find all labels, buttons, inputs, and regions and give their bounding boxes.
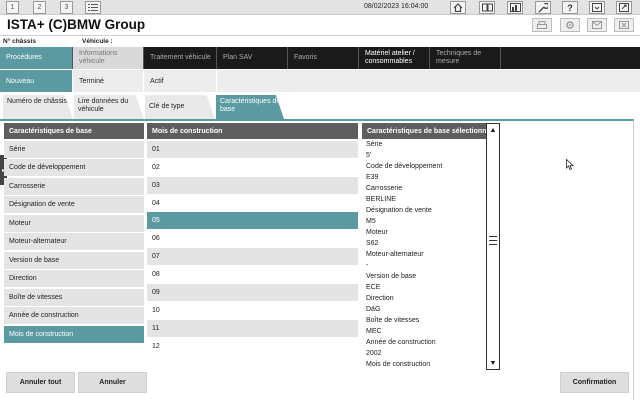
- help-icon[interactable]: ?: [562, 1, 578, 14]
- vehicle-info-row: N° châssis Véhicule :: [0, 35, 640, 47]
- selected-item: Carrosserie: [366, 185, 403, 192]
- month-item-05[interactable]: 05: [147, 212, 358, 229]
- selected-item: ECE: [366, 284, 381, 291]
- nav-vehicle-info[interactable]: Informations véhicule: [73, 47, 144, 69]
- selected-item: Moteur-alternateur: [366, 251, 424, 258]
- tab-basic-characteristics[interactable]: Caractéristiques de base: [216, 95, 284, 119]
- characteristic-item-serie[interactable]: Série: [4, 141, 144, 158]
- month-item-08[interactable]: 08: [147, 266, 358, 283]
- selected-item: DäG: [366, 306, 381, 313]
- month-item-02[interactable]: 02: [147, 159, 358, 176]
- scroll-down-arrow-icon[interactable]: ▼: [487, 357, 499, 369]
- month-item-10[interactable]: 10: [147, 302, 358, 319]
- selected-item: Code de développement: [366, 163, 443, 170]
- session-tab-2[interactable]: 2: [33, 1, 46, 14]
- characteristic-item-engine-alternator[interactable]: Moteur-alternateur: [4, 233, 144, 250]
- datetime-display: 08/02/2023 16:04:00: [364, 3, 429, 10]
- session-tab-3[interactable]: 3: [60, 1, 73, 14]
- nav-vehicle-processing[interactable]: Traitement véhicule: [144, 47, 217, 69]
- month-item-12[interactable]: 12: [147, 338, 358, 355]
- nav-service-plan[interactable]: Plan SAV: [217, 47, 288, 69]
- characteristic-item-base-version[interactable]: Version de base: [4, 252, 144, 269]
- selected-item: Direction: [366, 295, 394, 302]
- minimize-icon[interactable]: [589, 1, 605, 14]
- selected-item: Désignation de vente: [366, 207, 432, 214]
- nav-workshop-equipment[interactable]: Matériel atelier / consommables: [359, 47, 430, 69]
- mouse-cursor-icon: [566, 158, 575, 171]
- tab-chassis-number[interactable]: Numéro de châssis: [3, 95, 73, 119]
- confirm-button[interactable]: Confirmation: [560, 372, 629, 393]
- selected-item: 5': [366, 152, 372, 159]
- selected-item: Version de base: [366, 273, 417, 280]
- characteristic-item-body[interactable]: Carrosserie: [4, 178, 144, 195]
- subnav-finished[interactable]: Terminé: [73, 70, 144, 92]
- app-title: ISTA+ (C)BMW Group: [7, 17, 146, 32]
- chassis-label: N° châssis: [3, 38, 36, 45]
- selected-item: BERLINE: [366, 196, 396, 203]
- cancel-all-button[interactable]: Annuler tout: [6, 372, 75, 393]
- tab-bar: Numéro de châssis Lire données du véhicu…: [0, 95, 640, 119]
- month-item-06[interactable]: 06: [147, 230, 358, 247]
- cancel-button[interactable]: Annuler: [78, 372, 147, 393]
- month-item-04[interactable]: 04: [147, 195, 358, 212]
- selected-item: Mois de construction: [366, 361, 431, 368]
- selected-item: Série: [366, 141, 383, 148]
- nav-measurement-techniques[interactable]: Techniques de mesure: [430, 47, 501, 69]
- characteristic-item-gearbox[interactable]: Boîte de vitesses: [4, 289, 144, 306]
- vehicle-label: Véhicule :: [82, 38, 113, 45]
- selected-item: S62: [366, 240, 379, 247]
- nav-procedures[interactable]: Procédures: [0, 47, 73, 69]
- month-item-01[interactable]: 01: [147, 141, 358, 158]
- chart-icon[interactable]: [507, 1, 523, 14]
- selected-characteristics-list: Série 5' Code de développement E39 Carro…: [362, 139, 486, 370]
- selected-list-scrollbar[interactable]: ▲ ▼: [486, 123, 500, 370]
- mail-icon[interactable]: [587, 18, 607, 32]
- characteristics-header: Caractéristiques de base: [4, 123, 144, 139]
- selected-item: MEC: [366, 328, 382, 335]
- month-item-09[interactable]: 09: [147, 284, 358, 301]
- subnav-new[interactable]: Nouveau: [0, 70, 73, 92]
- selected-item: E39: [366, 174, 379, 181]
- printer-icon[interactable]: [532, 18, 552, 32]
- month-item-03[interactable]: 03: [147, 177, 358, 194]
- month-item-11[interactable]: 11: [147, 320, 358, 337]
- top-toolbar: 1 2 3 08/02/2023 16:04:00 ?: [0, 0, 640, 15]
- characteristic-item-year[interactable]: Année de construction: [4, 307, 144, 324]
- subnav-active[interactable]: Actif: [144, 70, 217, 92]
- nav-favorites[interactable]: Favoris: [288, 47, 359, 69]
- scroll-thumb[interactable]: [489, 236, 497, 245]
- tab-read-vehicle-data[interactable]: Lire données du véhicule: [74, 95, 144, 119]
- selected-item: Moteur: [366, 229, 388, 236]
- home-icon[interactable]: [450, 1, 466, 14]
- characteristic-item-steering[interactable]: Direction: [4, 270, 144, 287]
- tab-type-key[interactable]: Clé de type: [145, 95, 215, 119]
- gear-icon[interactable]: [560, 18, 580, 32]
- selected-item: Boîte de vitesses: [366, 317, 420, 324]
- selected-item: M5: [366, 218, 376, 225]
- characteristic-item-month[interactable]: Mois de construction: [4, 326, 144, 343]
- scroll-up-arrow-icon[interactable]: ▲: [487, 124, 499, 136]
- list-icon[interactable]: [85, 1, 101, 14]
- main-nav: Procédures Informations véhicule Traitem…: [0, 47, 640, 69]
- cancel-x-icon[interactable]: [614, 18, 634, 32]
- month-header: Mois de construction: [147, 123, 358, 139]
- characteristic-item-dev-code[interactable]: Code de développement: [4, 159, 144, 176]
- selected-item: Année de construction: [366, 339, 436, 346]
- month-item-07[interactable]: 07: [147, 248, 358, 265]
- selected-item: -: [366, 262, 369, 269]
- characteristic-item-engine[interactable]: Moteur: [4, 215, 144, 232]
- selected-item: 2002: [366, 350, 382, 357]
- close-icon[interactable]: [616, 1, 632, 14]
- selected-header: Caractéristiques de base sélectionnées: [362, 123, 486, 139]
- sub-nav: Nouveau Terminé Actif: [0, 70, 640, 92]
- wrench-icon[interactable]: [535, 1, 551, 14]
- book-icon[interactable]: [479, 1, 495, 14]
- characteristic-item-sales-name[interactable]: Désignation de vente: [4, 196, 144, 213]
- session-tab-1[interactable]: 1: [6, 1, 19, 14]
